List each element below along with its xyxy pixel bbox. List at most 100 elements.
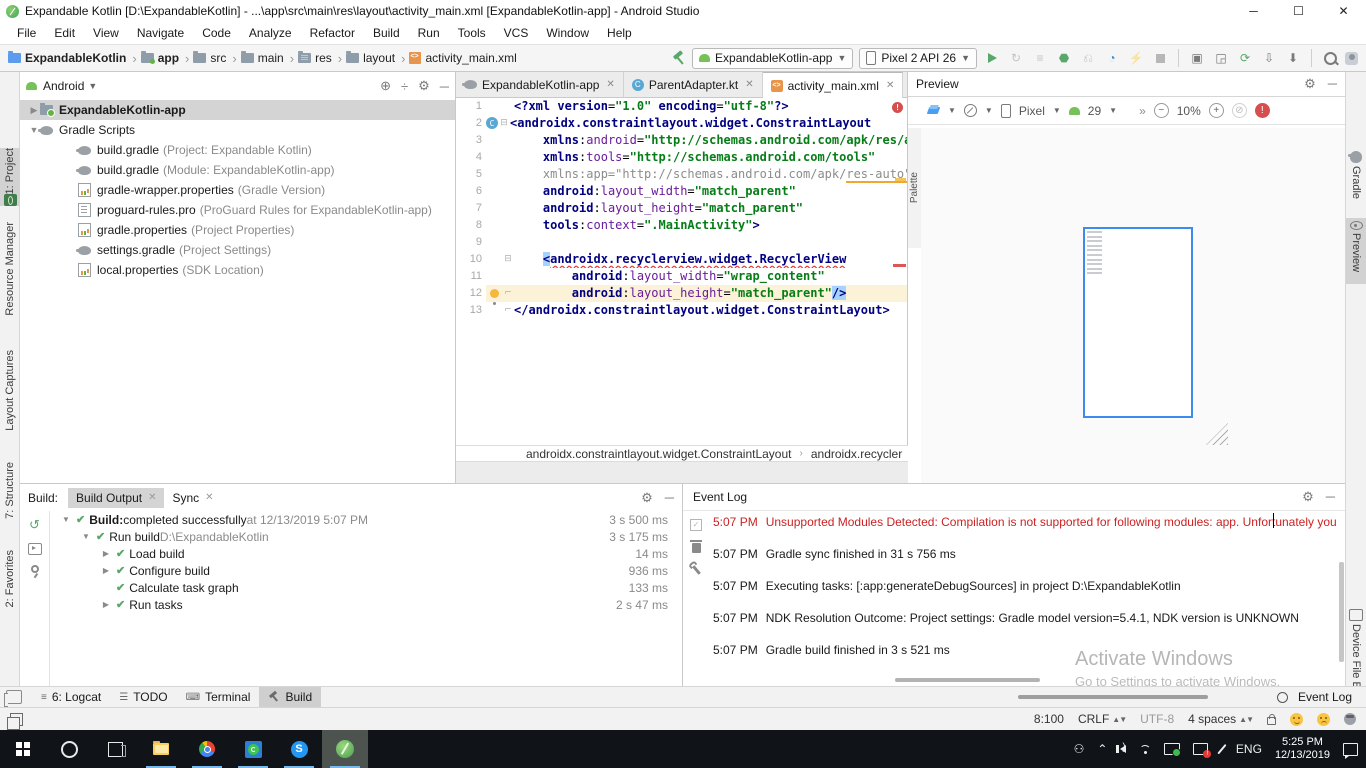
close-icon[interactable]: ✕ — [886, 80, 894, 91]
menu-window[interactable]: Window — [537, 22, 598, 44]
debug-button[interactable]: ⬣ — [1055, 49, 1073, 67]
line-ending-widget[interactable]: CRLF ▲▼ — [1078, 712, 1126, 726]
breadcrumb-item[interactable]: activity_main.xml — [409, 51, 516, 65]
build-tree-row[interactable]: ▶✔Run tasks2 s 47 ms — [50, 596, 682, 613]
code-line[interactable]: 10⊟ <androidx.recyclerview.widget.Recycl… — [456, 251, 907, 268]
sdk-manager-icon[interactable]: ⇩ — [1260, 49, 1278, 67]
clear-log-icon[interactable] — [692, 543, 701, 553]
menu-refactor[interactable]: Refactor — [301, 22, 364, 44]
tool-window-switcher-icon[interactable] — [10, 713, 23, 726]
render-issues-icon[interactable]: ! — [1255, 103, 1270, 118]
zoom-out-button[interactable]: − — [1154, 103, 1169, 118]
profiler-button[interactable]: ◔ — [1103, 49, 1121, 67]
device-manager-icon[interactable]: ▣ — [1188, 49, 1206, 67]
horizontal-scrollbar[interactable] — [1018, 695, 1208, 699]
menu-help[interactable]: Help — [598, 22, 641, 44]
task-view-button[interactable] — [92, 730, 138, 768]
build-tree-row[interactable]: ▶✔Configure build936 ms — [50, 562, 682, 579]
tab-todo[interactable]: ☰TODO — [110, 687, 176, 708]
tree-toggle-icon[interactable]: ▶ — [100, 566, 112, 575]
code-line[interactable]: 7 android:layout_height="match_parent" — [456, 200, 907, 217]
tree-item[interactable]: build.gradle(Project: Expandable Kotlin) — [20, 140, 455, 160]
caret-position-widget[interactable]: 8:100 — [1034, 712, 1064, 726]
tab-event-log[interactable]: Event Log — [1268, 687, 1366, 708]
menu-analyze[interactable]: Analyze — [240, 22, 301, 44]
menu-navigate[interactable]: Navigate — [128, 22, 193, 44]
palette-tab[interactable]: Palette — [908, 128, 922, 248]
tree-toggle-icon[interactable]: ▶ — [100, 549, 112, 558]
code-line[interactable]: 2C⊟<androidx.constraintlayout.widget.Con… — [456, 115, 907, 132]
android-studio-taskbar-button[interactable] — [322, 730, 368, 768]
run-task-icon[interactable] — [28, 543, 42, 555]
wifi-icon[interactable] — [1139, 745, 1151, 754]
profile-avatar[interactable] — [1345, 52, 1358, 65]
sidebar-item--structure[interactable]: 7: Structure — [0, 462, 20, 536]
menu-vcs[interactable]: VCS — [495, 22, 538, 44]
clock-widget[interactable]: 5:25 PM 12/13/2019 — [1275, 736, 1330, 762]
build-tree-row[interactable]: ▼✔Build: completed successfully at 12/13… — [50, 511, 682, 528]
indent-widget[interactable]: 4 spaces ▲▼ — [1188, 712, 1253, 726]
pen-icon[interactable] — [1218, 744, 1227, 754]
breadcrumb-recyclerview[interactable]: androidx.recycler — [811, 447, 902, 461]
tab-6-logcat[interactable]: ≡6: Logcat — [32, 687, 110, 708]
code-editor[interactable]: 1<?xml version="1.0" encoding="utf-8"?>2… — [456, 98, 907, 446]
happy-feedback-icon[interactable] — [1290, 713, 1303, 726]
build-tab-build-output[interactable]: Build Output✕ — [68, 488, 164, 508]
build-tree-row[interactable]: ✔Calculate task graph133 ms — [50, 579, 682, 596]
gear-icon[interactable]: ⚙ — [418, 78, 430, 94]
code-line[interactable]: 4 xmlns:tools="http://schemas.android.co… — [456, 149, 907, 166]
target-device-select[interactable]: Pixel 2 API 26 ▼ — [859, 48, 977, 69]
close-button[interactable]: ✕ — [1321, 0, 1366, 22]
layout-inspector-icon[interactable]: ◲ — [1212, 49, 1230, 67]
resize-handle[interactable] — [1206, 423, 1228, 445]
gear-icon[interactable]: ⚙ — [1304, 76, 1316, 92]
tree-toggle-icon[interactable]: ▼ — [80, 532, 92, 541]
tree-item[interactable]: settings.gradle(Project Settings) — [20, 240, 455, 260]
close-icon[interactable]: ✕ — [606, 79, 614, 90]
more-actions-chevron[interactable]: » — [1139, 104, 1146, 118]
checkbox-icon[interactable]: ✓ — [690, 519, 702, 531]
restart-build-icon[interactable]: ↺ — [27, 517, 43, 533]
avd-manager-icon[interactable]: ⬇ — [1284, 49, 1302, 67]
project-view-selector[interactable]: Android — [43, 79, 84, 93]
collapse-all-icon[interactable]: ÷ — [401, 79, 408, 94]
sidebar-item-preview[interactable]: Preview — [1346, 218, 1366, 284]
file-explorer-button[interactable] — [138, 730, 184, 768]
code-line[interactable]: 3 xmlns:android="http://schemas.android.… — [456, 132, 907, 149]
editor-tab-expandablekotlin-app[interactable]: ExpandableKotlin-app✕ — [456, 72, 624, 97]
menu-run[interactable]: Run — [409, 22, 449, 44]
warning-stripe-mark[interactable] — [895, 178, 906, 181]
code-line[interactable]: 6 android:layout_width="match_parent" — [456, 183, 907, 200]
language-indicator[interactable]: ENG — [1236, 742, 1262, 756]
breadcrumb-constraintlayout[interactable]: androidx.constraintlayout.widget.Constra… — [526, 447, 792, 461]
code-line[interactable]: 13⌐</androidx.constraintlayout.widget.Co… — [456, 302, 907, 319]
tree-item[interactable]: ▼Gradle Scripts — [20, 120, 455, 140]
gear-icon[interactable]: ⚙ — [641, 490, 653, 506]
encoding-widget[interactable]: UTF-8 — [1140, 712, 1174, 726]
stop-button[interactable] — [1151, 49, 1169, 67]
fold-marker-icon[interactable]: ⌐ — [502, 285, 514, 302]
design-surface-icon[interactable] — [928, 105, 940, 117]
device-preview-frame[interactable] — [1083, 227, 1193, 418]
code-line[interactable]: 12⌐ android:layout_height="match_parent"… — [456, 285, 907, 302]
hide-panel-icon[interactable]: ─ — [440, 79, 449, 94]
menu-tools[interactable]: Tools — [449, 22, 495, 44]
zoom-in-button[interactable]: + — [1209, 103, 1224, 118]
breadcrumb-item[interactable]: app — [141, 51, 179, 65]
run-configuration-select[interactable]: ExpandableKotlin-app ▼ — [692, 48, 853, 69]
close-icon[interactable]: ✕ — [205, 492, 213, 503]
gear-icon[interactable]: ⚙ — [1302, 489, 1314, 505]
tree-item[interactable]: gradle-wrapper.properties(Gradle Version… — [20, 180, 455, 200]
maximize-button[interactable]: ☐ — [1276, 0, 1321, 22]
attach-debugger-icon[interactable]: ⎌ — [1079, 49, 1097, 67]
sidebar-item--project[interactable]: 1: Project — [0, 148, 20, 206]
volume-icon[interactable] — [1120, 745, 1126, 753]
sad-feedback-icon[interactable] — [1317, 713, 1330, 726]
menu-build[interactable]: Build — [364, 22, 409, 44]
preview-device-select[interactable]: Pixel — [1019, 104, 1045, 118]
start-button[interactable] — [0, 730, 46, 768]
code-line[interactable]: 9 — [456, 234, 907, 251]
build-tree-row[interactable]: ▶✔Load build14 ms — [50, 545, 682, 562]
apply-code-changes-icon[interactable]: ⚡ — [1127, 49, 1145, 67]
preview-api-select[interactable]: 29 — [1088, 104, 1101, 118]
